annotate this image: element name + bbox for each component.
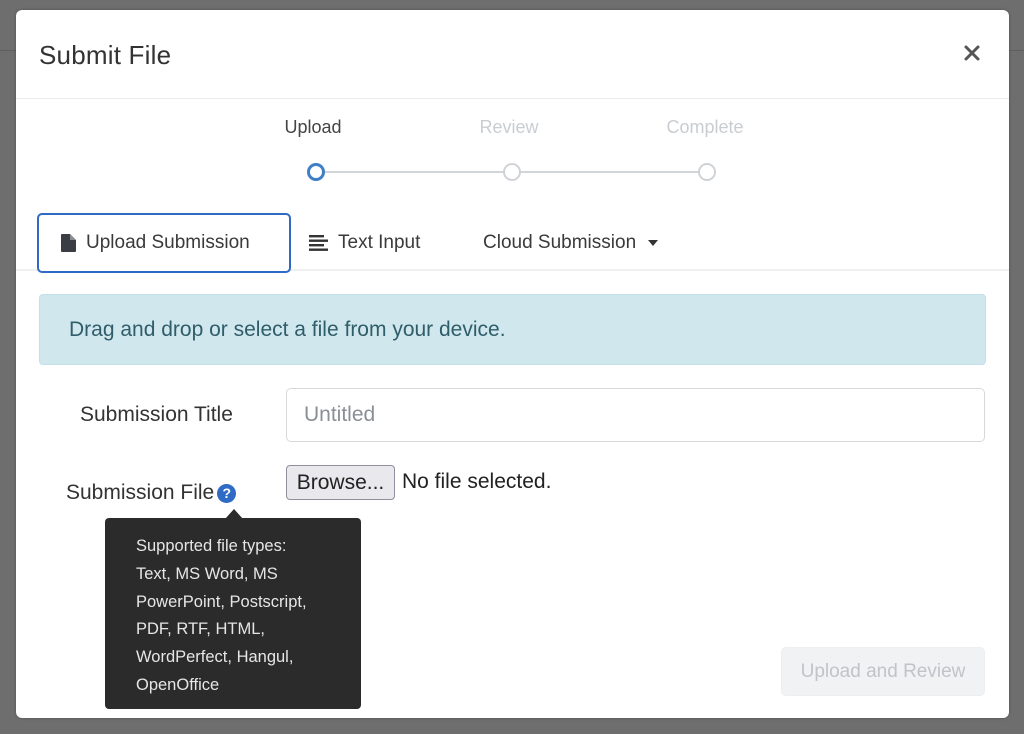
tab-upload-submission[interactable]: Upload Submission: [37, 213, 291, 273]
step-label-review: Review: [479, 117, 539, 137]
tooltip-line: WordPerfect, Hangul,: [136, 648, 294, 667]
tab-label: Text Input: [338, 232, 421, 253]
supported-file-types-tooltip: Supported file types: Text, MS Word, MS …: [105, 518, 361, 709]
progress-stepper: Upload Review Complete: [16, 99, 1009, 209]
step-dot-complete: [698, 163, 716, 181]
step-label-upload: Upload: [284, 117, 342, 137]
step-dot-upload: [307, 163, 325, 181]
close-icon: [964, 45, 980, 61]
align-left-icon: [309, 235, 328, 251]
submission-file-label: Submission File ?: [66, 481, 237, 505]
step-dot-review: [503, 163, 521, 181]
tooltip-line: OpenOffice: [136, 675, 220, 694]
tab-cloud-submission-dropdown[interactable]: Cloud Submission: [483, 213, 659, 273]
tab-label: Upload Submission: [86, 232, 250, 253]
submission-title-input[interactable]: [286, 388, 985, 442]
modal-title: Submit File: [39, 40, 172, 70]
modal-header: Submit File: [16, 10, 1009, 99]
step-connector-1: [322, 171, 504, 173]
tab-label: Cloud Submission: [483, 232, 637, 253]
file-status-text: No file selected.: [402, 470, 552, 493]
tooltip-line: PDF, RTF, HTML,: [136, 620, 265, 639]
tooltip-line: PowerPoint, Postscript,: [136, 592, 307, 611]
tab-text-input[interactable]: Text Input: [309, 213, 420, 273]
submit-file-modal: Submit File Upload Review Complete Uploa…: [16, 10, 1009, 718]
file-icon: [61, 234, 76, 252]
step-label-complete: Complete: [666, 117, 744, 137]
submission-tabs: Upload Submission Text Input Cloud Submi…: [16, 213, 1009, 273]
tooltip-line: Text, MS Word, MS: [136, 564, 278, 583]
upload-and-review-button[interactable]: Upload and Review: [781, 647, 985, 696]
step-connector-2: [518, 171, 700, 173]
submission-file-label-text: Submission File: [66, 481, 215, 504]
question-circle-icon[interactable]: ?: [217, 483, 237, 503]
submission-title-label: Submission Title: [80, 403, 233, 426]
alert-text: Drag and drop or select a file from your…: [69, 317, 506, 341]
drag-drop-info-alert: Drag and drop or select a file from your…: [39, 294, 986, 365]
caret-down-icon: [648, 240, 659, 246]
tooltip-line: Supported file types:: [136, 537, 287, 555]
close-button[interactable]: [959, 40, 985, 66]
browse-file-button[interactable]: Browse...: [286, 465, 395, 500]
